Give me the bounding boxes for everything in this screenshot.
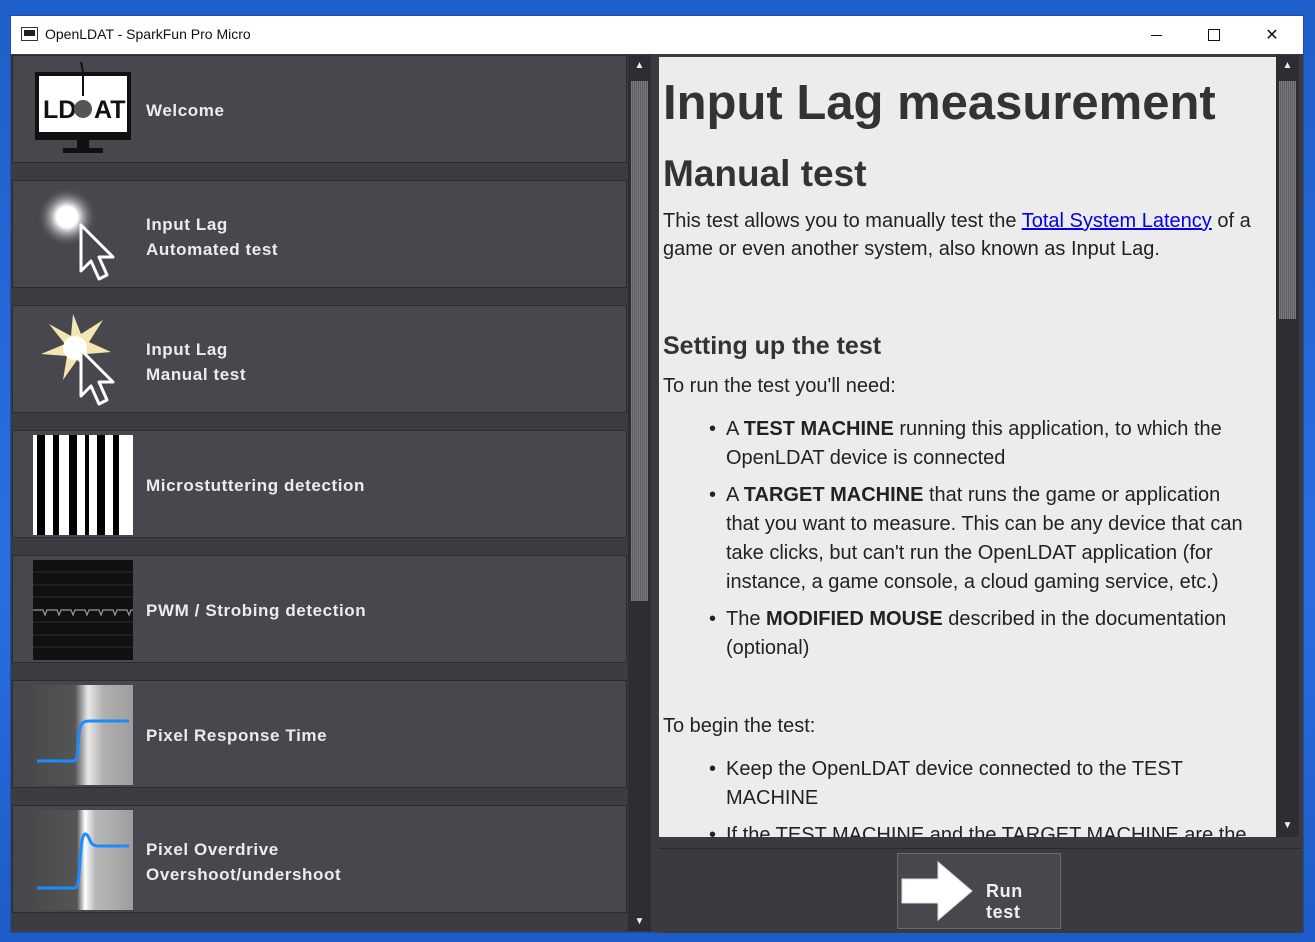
- app-window: OpenLDAT - SparkFun Pro Micro ✕ LD AT We…: [11, 16, 1303, 933]
- minimize-button[interactable]: [1127, 16, 1185, 54]
- menu-item-input-lag-manual[interactable]: Input Lag Manual test: [12, 305, 627, 413]
- test-menu: LD AT Welcome Input Lag Automated test I…: [12, 55, 627, 931]
- overshoot-curve-icon: [33, 810, 133, 910]
- run-test-button[interactable]: Run test: [897, 853, 1061, 929]
- list-item: A TARGET MACHINE that runs the game or a…: [709, 481, 1249, 597]
- menu-label-line2: Overshoot/undershoot: [146, 865, 342, 884]
- menu-item-pwm-strobing[interactable]: PWM / Strobing detection: [12, 555, 627, 663]
- page-subtitle: Manual test: [663, 153, 867, 194]
- menu-label-line2: Automated test: [146, 240, 279, 259]
- flash-cursor-icon: [41, 314, 115, 406]
- run-test-label: Run test: [986, 881, 1023, 922]
- close-button[interactable]: ✕: [1243, 16, 1301, 54]
- menu-label-line1: Pixel Overdrive: [146, 840, 279, 859]
- minimize-icon: [1150, 34, 1162, 36]
- maximize-icon: [1208, 29, 1220, 41]
- response-curve-icon: [33, 685, 133, 785]
- list-item: The MODIFIED MOUSE described in the docu…: [709, 605, 1249, 663]
- close-icon: ✕: [1265, 27, 1279, 44]
- intro-text: This test allows you to manually test th…: [663, 210, 1022, 232]
- menu-label-line1: Input Lag: [146, 340, 228, 359]
- scroll-up-icon[interactable]: ▲: [1276, 55, 1299, 75]
- scroll-up-icon[interactable]: ▲: [628, 55, 651, 75]
- list-item: Keep the OpenLDAT device connected to th…: [709, 755, 1249, 813]
- list-item: A TEST MACHINE running this application,…: [709, 415, 1249, 473]
- ldat-monitor-icon: LD AT: [35, 61, 131, 153]
- need-text: To run the test you'll need:: [663, 375, 896, 397]
- menu-item-input-lag-automated[interactable]: Input Lag Automated test: [12, 180, 627, 288]
- svg-text:LD: LD: [43, 96, 76, 124]
- content-scrollbar[interactable]: ▲ ▼: [1276, 55, 1299, 837]
- page-title: Input Lag measurement: [663, 76, 1216, 130]
- requirements-list: A TEST MACHINE running this application,…: [709, 415, 1249, 671]
- intro-paragraph: This test allows you to manually test th…: [663, 207, 1263, 263]
- menu-scroll-thumb[interactable]: [631, 81, 648, 601]
- menu-label-line1: Microstuttering detection: [146, 476, 366, 495]
- menu-label-line2: Manual test: [146, 365, 247, 384]
- app-icon: [21, 27, 38, 41]
- glow-cursor-icon: [37, 187, 115, 281]
- begin-steps-list: Keep the OpenLDAT device connected to th…: [709, 755, 1249, 837]
- menu-label-line1: Welcome: [146, 101, 225, 120]
- menu-label-line1: Pixel Response Time: [146, 726, 328, 745]
- test-description: Input Lag measurement Manual test This t…: [659, 57, 1276, 837]
- menu-item-pixel-response[interactable]: Pixel Response Time: [12, 680, 627, 788]
- setup-heading: Setting up the test: [663, 332, 882, 360]
- scroll-down-icon[interactable]: ▼: [1276, 815, 1299, 835]
- svg-text:AT: AT: [94, 96, 125, 124]
- arrow-right-icon: [901, 860, 973, 922]
- maximize-button[interactable]: [1185, 16, 1243, 54]
- menu-item-microstuttering[interactable]: Microstuttering detection: [12, 430, 627, 538]
- action-bar: Run test: [659, 848, 1301, 933]
- menu-label-line1: Input Lag: [146, 215, 228, 234]
- scroll-down-icon[interactable]: ▼: [628, 911, 651, 931]
- menu-item-pixel-overdrive[interactable]: Pixel Overdrive Overshoot/undershoot: [12, 805, 627, 913]
- list-item: If the TEST MACHINE and the TARGET MACHI…: [709, 821, 1249, 837]
- title-bar: OpenLDAT - SparkFun Pro Micro ✕: [11, 16, 1303, 54]
- waveform-icon: [33, 560, 133, 660]
- menu-scrollbar[interactable]: ▲ ▼: [628, 55, 651, 931]
- window-title: OpenLDAT - SparkFun Pro Micro: [45, 26, 251, 42]
- begin-text: To begin the test:: [663, 715, 816, 737]
- menu-item-welcome[interactable]: LD AT Welcome: [12, 55, 627, 163]
- total-system-latency-link[interactable]: Total System Latency: [1022, 210, 1212, 232]
- content-scroll-thumb[interactable]: [1279, 81, 1296, 319]
- bars-icon: [33, 435, 133, 535]
- menu-label-line1: PWM / Strobing detection: [146, 601, 367, 620]
